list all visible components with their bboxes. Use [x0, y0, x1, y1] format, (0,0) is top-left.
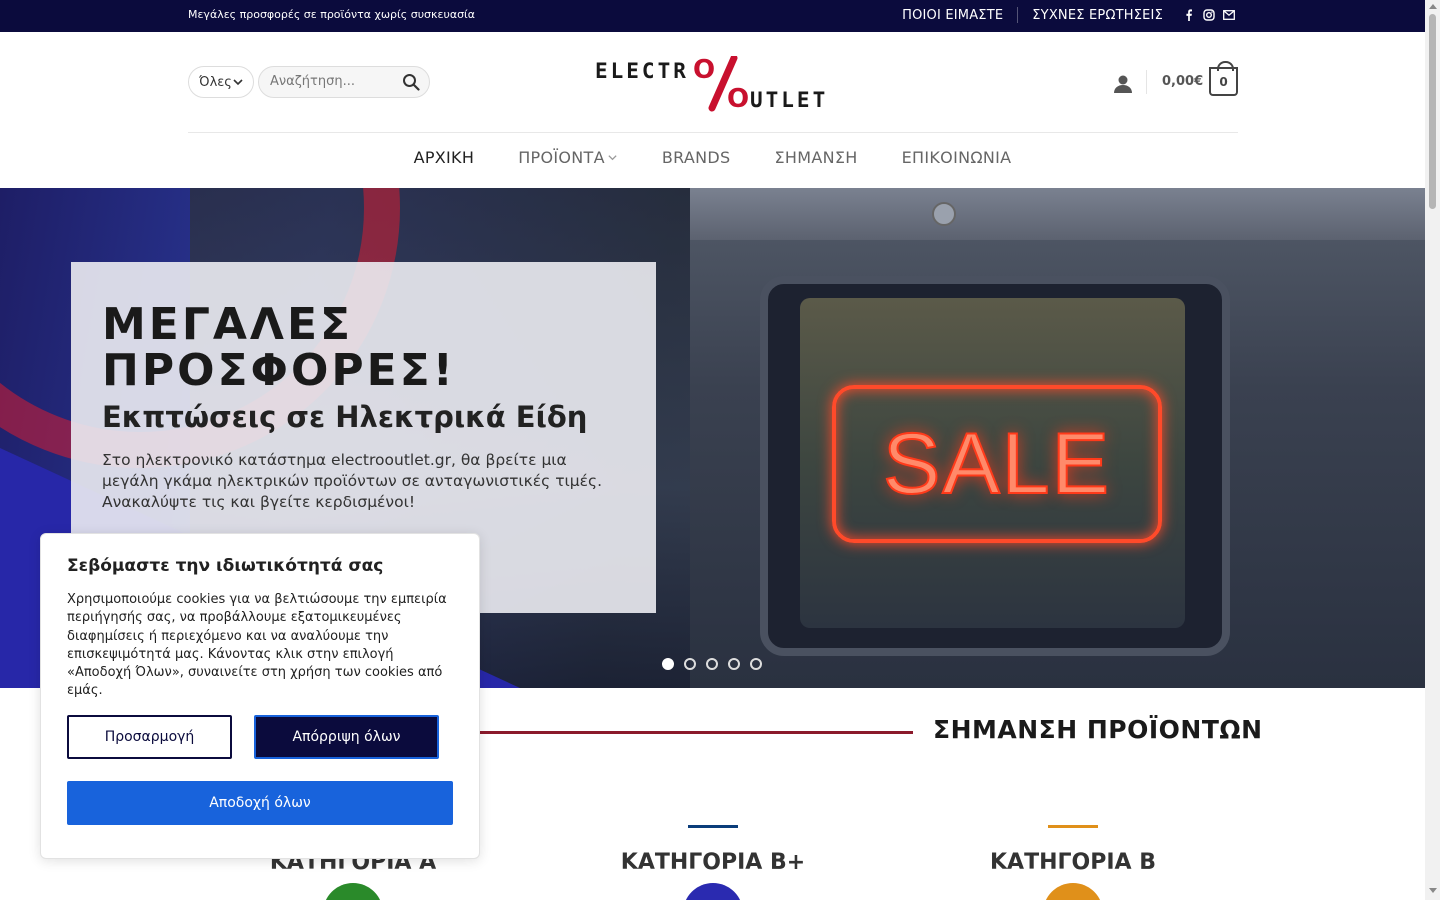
energy-category-b[interactable]: ΚΑΤΗΓΟΡΙΑ Β [923, 825, 1223, 900]
category-badge [323, 883, 383, 900]
hero-title: ΜΕΓΑΛΕΣ ΠΡΟΣΦΟΡΕΣ! [102, 299, 456, 396]
oven-knob [932, 202, 956, 226]
top-links: ΠΟΙΟΙ ΕΙΜΑΣΤΕ ΣΥΧΝΕΣ ΕΡΩΤΗΣΕΙΣ [902, 7, 1235, 23]
svg-text:ELECTR: ELECTR [595, 59, 689, 83]
slider-dot-2[interactable] [684, 658, 696, 670]
about-us-link[interactable]: ΠΟΙΟΙ ΕΙΜΑΣΤΕ [902, 8, 1003, 23]
cookie-consent-dialog: Σεβόμαστε την ιδιωτικότητά σας Χρησιμοπο… [40, 533, 480, 859]
instagram-icon[interactable] [1203, 9, 1215, 21]
hero-subtitle: Εκπτώσεις σε Ηλεκτρικά Είδη [102, 400, 588, 434]
scroll-down-arrow-icon[interactable] [1429, 888, 1437, 893]
slider-dot-1[interactable] [662, 658, 674, 670]
slider-dot-3[interactable] [706, 658, 718, 670]
category-badge [1043, 883, 1103, 900]
hero-oven-panel [690, 188, 1425, 240]
section-title: ΣΗΜΑΝΣΗ ΠΡΟΪΟΝΤΩΝ [933, 715, 1263, 744]
nav-products[interactable]: ΠΡΟΪΟΝΤΑ [518, 148, 618, 167]
cart-count: 0 [1219, 74, 1228, 89]
facebook-icon[interactable] [1183, 9, 1195, 21]
svg-text:UTLET: UTLET [750, 88, 828, 112]
energy-category-b-plus[interactable]: ΚΑΤΗΓΟΡΙΑ Β+ [563, 825, 863, 900]
scroll-up-arrow-icon[interactable] [1429, 4, 1437, 9]
cookie-text: Χρησιμοποιούμε cookies για να βελτιώσουμ… [67, 592, 447, 699]
site-logo[interactable]: ELECTR O O UTLET [595, 54, 835, 114]
accept-all-button[interactable]: Αποδοχή όλων [67, 781, 453, 825]
category-label: ΚΑΤΗΓΟΡΙΑ Β [990, 850, 1156, 875]
reject-all-button[interactable]: Απόρριψη όλων [254, 715, 439, 759]
scrollbar-thumb[interactable] [1429, 14, 1436, 209]
cart-total[interactable]: 0,00€ [1162, 74, 1203, 89]
svg-text:O: O [727, 84, 749, 112]
email-icon[interactable] [1223, 9, 1235, 21]
nav-label: ΣΗΜΑΝΣΗ [774, 148, 858, 167]
header: Όλες ELECTR O O UTLET 0,00€ 0 [0, 32, 1425, 132]
category-select[interactable]: Όλες [188, 66, 254, 98]
top-bar: Μεγάλες προσφορές σε προϊόντα χωρίς συσκ… [0, 0, 1425, 32]
nav-label: BRANDS [661, 148, 731, 167]
nav-label: ΕΠΙΚΟΙΝΩΝΙΑ [901, 148, 1012, 167]
category-bar [1048, 825, 1098, 828]
category-select-value: Όλες [199, 74, 232, 90]
nav-brands[interactable]: BRANDS [662, 148, 731, 167]
chevron-down-icon [607, 148, 618, 167]
search-box [258, 66, 430, 98]
divider [1017, 7, 1019, 23]
search-icon[interactable] [402, 73, 420, 95]
slider-dot-4[interactable] [728, 658, 740, 670]
social-links [1183, 9, 1235, 21]
nav-label: ΑΡΧΙΚΗ [413, 148, 475, 167]
chevron-down-icon [232, 76, 244, 92]
cookie-title: Σεβόμαστε την ιδιωτικότητά σας [67, 556, 384, 576]
nav-home[interactable]: ΑΡΧΙΚΗ [414, 148, 475, 167]
category-bar [688, 825, 738, 828]
header-divider [188, 132, 1238, 133]
sale-sign-text: SALE [882, 415, 1111, 513]
divider [1146, 70, 1147, 94]
cart-button[interactable]: 0 [1209, 61, 1238, 96]
nav-label: ΠΡΟΪΟΝΤΑ [518, 148, 605, 167]
slider-dots [662, 658, 762, 670]
faq-link[interactable]: ΣΥΧΝΕΣ ΕΡΩΤΗΣΕΙΣ [1032, 8, 1163, 23]
account-icon[interactable] [1113, 74, 1133, 98]
sale-sign: SALE [832, 385, 1162, 543]
hero-description: Στο ηλεκτρονικό κατάστημα electrooutlet.… [102, 451, 603, 511]
category-badge [683, 883, 743, 900]
nav-labeling[interactable]: ΣΗΜΑΝΣΗ [775, 148, 858, 167]
slider-dot-5[interactable] [750, 658, 762, 670]
customize-button[interactable]: Προσαρμογή [67, 715, 232, 759]
nav-contact[interactable]: ΕΠΙΚΟΙΝΩΝΙΑ [902, 148, 1012, 167]
scrollbar[interactable] [1425, 0, 1440, 900]
promo-text: Μεγάλες προσφορές σε προϊόντα χωρίς συσκ… [188, 8, 476, 21]
search-input[interactable] [270, 74, 400, 89]
main-nav: ΑΡΧΙΚΗ ΠΡΟΪΟΝΤΑ BRANDS ΣΗΜΑΝΣΗ ΕΠΙΚΟΙΝΩΝ… [0, 148, 1425, 167]
svg-text:O: O [693, 56, 715, 85]
category-label: ΚΑΤΗΓΟΡΙΑ Β+ [620, 850, 806, 875]
